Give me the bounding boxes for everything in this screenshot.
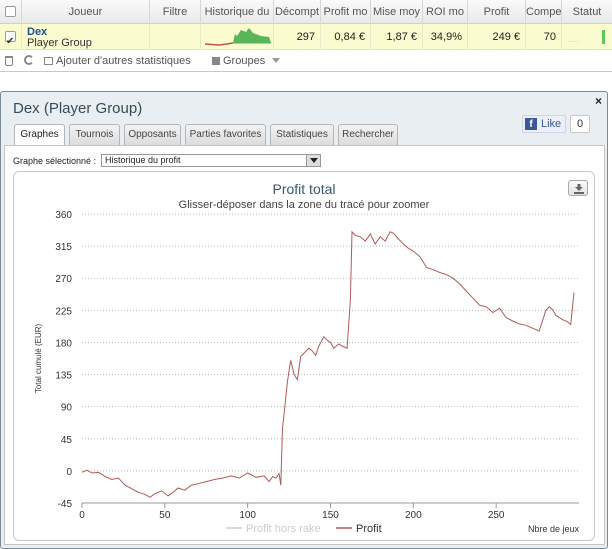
table-toolbar: Ajouter d'autres statistiques Groupes xyxy=(0,51,612,72)
y-tick-label: 135 xyxy=(55,371,72,382)
tab-statistiques[interactable]: Statistiques xyxy=(270,124,334,145)
statut-text: .... xyxy=(568,37,580,44)
download-chart-button[interactable] xyxy=(568,180,588,196)
col-decompte[interactable]: Décompt xyxy=(274,0,321,24)
competence-value: 70 xyxy=(526,24,562,50)
trash-icon[interactable] xyxy=(5,56,13,66)
y-tick-label: -45 xyxy=(58,499,73,510)
history-sparkline xyxy=(204,28,271,46)
x-tick-label: 50 xyxy=(159,510,171,521)
tab-rechercher[interactable]: Rechercher xyxy=(338,124,398,145)
tab-opposants[interactable]: Opposants xyxy=(124,124,181,145)
facebook-like-button[interactable]: f Like xyxy=(522,115,566,133)
decompte-value: 297 xyxy=(274,24,321,50)
profit-value: 249 € xyxy=(468,24,526,50)
col-historique[interactable]: Historique du xyxy=(201,0,274,24)
player-stats-table: Joueur Filtre Historique du Décompt Prof… xyxy=(0,0,612,72)
x-tick-label: 150 xyxy=(322,510,339,521)
legend-item-1: Profit xyxy=(356,523,382,535)
y-tick-label: 270 xyxy=(55,274,72,285)
col-statut[interactable]: Statut xyxy=(562,0,612,24)
statut-bar xyxy=(602,30,605,44)
add-stats-label: Ajouter d'autres statistiques xyxy=(56,55,191,67)
graph-select-value: Historique du profit xyxy=(105,155,181,165)
table-row[interactable]: Dex Player Group 297 0,84 € 1,87 € 34,9%… xyxy=(0,24,612,50)
statut-cell: .... xyxy=(562,24,612,50)
roi-moyen-value: 34,9% xyxy=(423,24,468,50)
player-group: Player Group xyxy=(27,37,92,49)
col-joueur[interactable]: Joueur xyxy=(22,0,150,24)
x-tick-label: 200 xyxy=(405,510,422,521)
mise-moyenne-value: 1,87 € xyxy=(371,24,423,50)
y-tick-label: 0 xyxy=(66,467,72,478)
groups-icon xyxy=(212,57,220,65)
refresh-icon[interactable] xyxy=(24,55,34,65)
add-stats-icon xyxy=(44,57,53,65)
y-tick-label: 360 xyxy=(55,210,72,221)
filter-cell xyxy=(150,24,201,50)
profit-moyen-value: 0,84 € xyxy=(321,24,371,50)
graph-select[interactable]: Historique du profit xyxy=(101,154,321,167)
groups-dropdown[interactable]: Groupes xyxy=(212,54,281,68)
col-filtre[interactable]: Filtre xyxy=(150,0,201,24)
chevron-down-icon[interactable] xyxy=(306,155,320,166)
y-tick-label: 225 xyxy=(55,306,72,317)
tab-graphes[interactable]: Graphes xyxy=(14,124,65,146)
tab-tournois[interactable]: Tournois xyxy=(69,124,120,145)
chart-title: Profit total xyxy=(272,181,335,197)
x-tick-label: 0 xyxy=(79,510,85,521)
x-tick-label: 250 xyxy=(488,510,505,521)
close-icon[interactable]: × xyxy=(595,94,602,108)
download-icon xyxy=(574,184,584,194)
add-stats-link[interactable]: Ajouter d'autres statistiques xyxy=(44,54,191,68)
facebook-like-count: 0 xyxy=(570,115,590,133)
col-profit-moyen[interactable]: Profit mo xyxy=(321,0,371,24)
row-checkbox[interactable] xyxy=(5,29,16,50)
col-roi-moyen[interactable]: ROI mo xyxy=(423,0,468,24)
col-mise-moyenne[interactable]: Mise moy xyxy=(371,0,423,24)
y-axis-label: Total cumulé (EUR) xyxy=(34,323,43,393)
facebook-like-label: Like xyxy=(541,118,562,130)
chart-subtitle: Glisser-déposer dans la zone du tracé po… xyxy=(179,199,430,211)
profit-chart-container: Profit total Glisser-déposer dans la zone… xyxy=(13,171,595,541)
x-tick-label: 100 xyxy=(239,510,256,521)
col-profit[interactable]: Profit xyxy=(468,0,526,24)
series-line-1 xyxy=(81,230,575,498)
player-dialog: Dex (Player Group) × f Like 0 Graphes To… xyxy=(0,91,608,549)
y-tick-label: 180 xyxy=(55,338,72,349)
tab-parties-favorites[interactable]: Parties favorites xyxy=(185,124,266,145)
table-header: Joueur Filtre Historique du Décompt Prof… xyxy=(0,0,612,24)
graphes-panel: Graphe sélectionné : Historique du profi… xyxy=(4,145,605,545)
legend-item-0: Profit hors rake xyxy=(246,523,321,535)
col-competence[interactable]: Compe xyxy=(526,0,562,24)
y-tick-label: 45 xyxy=(61,435,73,446)
select-all-checkbox[interactable] xyxy=(5,6,16,17)
history-sparkline-cell xyxy=(201,24,274,50)
chevron-down-icon xyxy=(272,58,281,63)
y-tick-label: 315 xyxy=(55,242,72,253)
y-tick-label: 90 xyxy=(61,403,73,414)
dialog-title: Dex (Player Group) xyxy=(13,100,143,117)
select-all-cell xyxy=(0,0,22,24)
row-select-cell xyxy=(0,24,22,50)
profit-chart[interactable]: Profit total Glisser-déposer dans la zone… xyxy=(14,172,594,540)
groups-label: Groupes xyxy=(223,55,266,67)
x-axis-label: Nbre de jeux xyxy=(528,524,580,534)
player-cell: Dex Player Group xyxy=(22,24,150,50)
graph-select-label: Graphe sélectionné : xyxy=(13,156,97,166)
facebook-icon: f xyxy=(525,118,537,130)
